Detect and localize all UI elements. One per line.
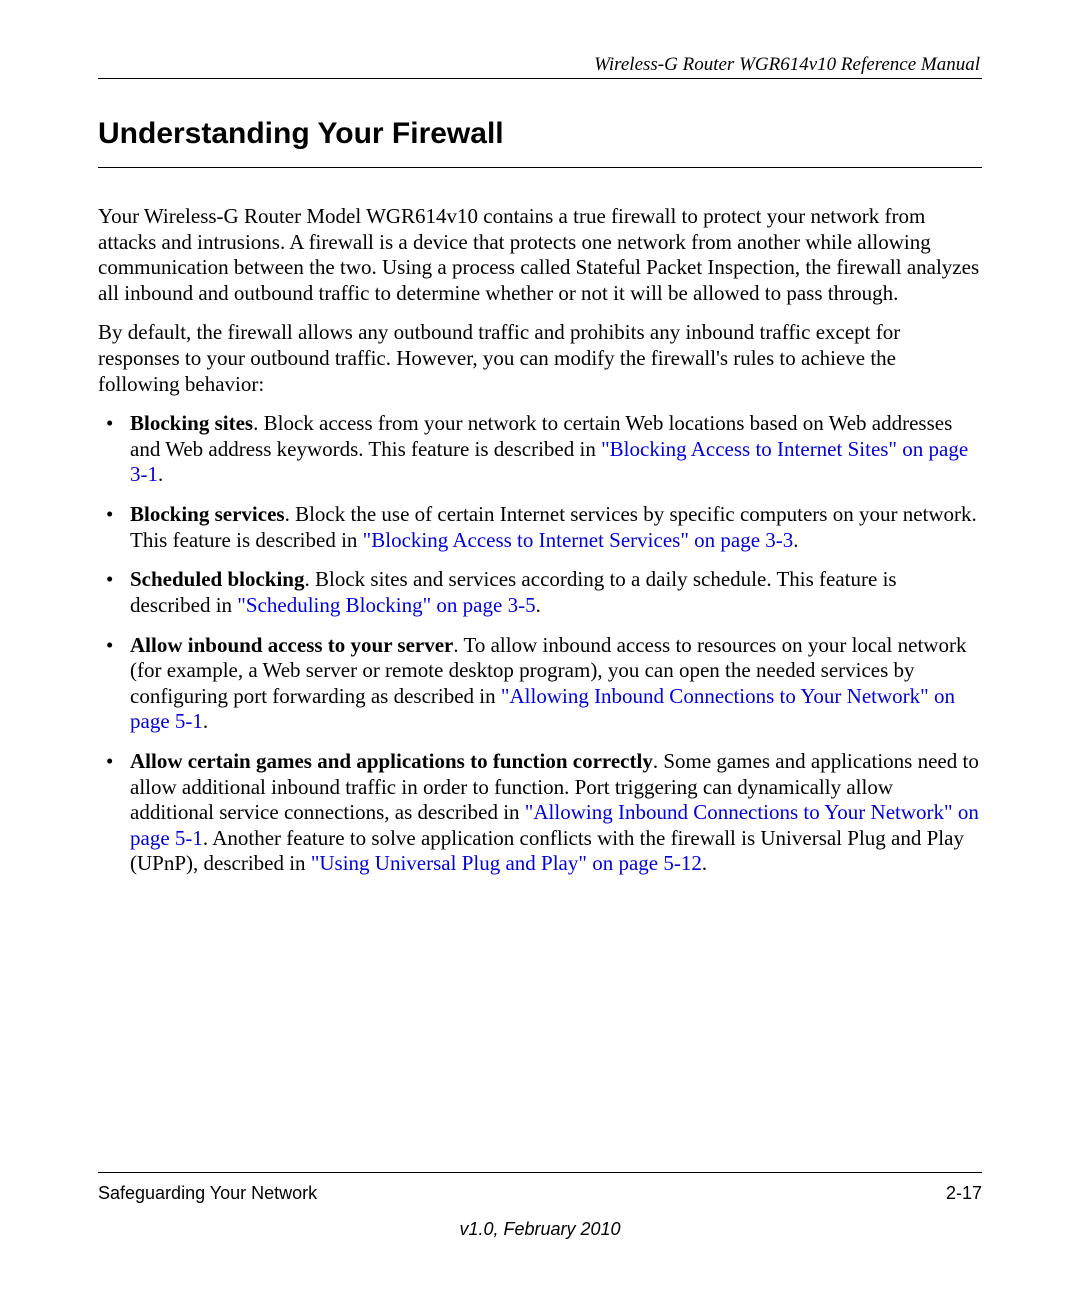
bullet-item: Allow inbound access to your server. To … — [98, 633, 982, 735]
bullet-item: Scheduled blocking. Block sites and serv… — [98, 567, 982, 618]
bullet-item: Blocking sites. Block access from your n… — [98, 411, 982, 488]
footer-version: v1.0, February 2010 — [98, 1219, 982, 1240]
running-header: Wireless-G Router WGR614v10 Reference Ma… — [98, 54, 982, 76]
bullet-text-post: . — [536, 593, 541, 617]
bullet-text-post: . — [793, 528, 798, 552]
intro-paragraph-1: Your Wireless-G Router Model WGR614v10 c… — [98, 204, 982, 306]
page: Wireless-G Router WGR614v10 Reference Ma… — [0, 0, 1080, 1296]
bullet-text-post: . — [158, 462, 163, 486]
bullet-lead: Scheduled blocking — [130, 567, 304, 591]
bullet-lead: Blocking services — [130, 502, 285, 526]
cross-reference-link[interactable]: "Using Universal Plug and Play" on page … — [311, 851, 702, 875]
page-footer: Safeguarding Your Network 2-17 — [98, 1172, 982, 1204]
cross-reference-link[interactable]: "Blocking Access to Internet Services" o… — [363, 528, 794, 552]
bullet-text-post: . — [203, 709, 208, 733]
title-rule — [98, 167, 982, 168]
bullet-item: Allow certain games and applications to … — [98, 749, 982, 877]
footer-page-number: 2-17 — [946, 1183, 982, 1204]
bullet-lead: Blocking sites — [130, 411, 253, 435]
bullet-lead: Allow certain games and applications to … — [130, 749, 653, 773]
cross-reference-link[interactable]: "Scheduling Blocking" on page 3-5 — [237, 593, 535, 617]
bullet-item: Blocking services. Block the use of cert… — [98, 502, 982, 553]
bullet-lead: Allow inbound access to your server — [130, 633, 453, 657]
bullet-list: Blocking sites. Block access from your n… — [98, 411, 982, 877]
footer-chapter: Safeguarding Your Network — [98, 1183, 317, 1204]
section-title: Understanding Your Firewall — [98, 117, 982, 155]
bullet-text-post: . — [702, 851, 707, 875]
footer-rule — [98, 1172, 982, 1173]
header-rule — [98, 78, 982, 79]
intro-paragraph-2: By default, the firewall allows any outb… — [98, 320, 982, 397]
